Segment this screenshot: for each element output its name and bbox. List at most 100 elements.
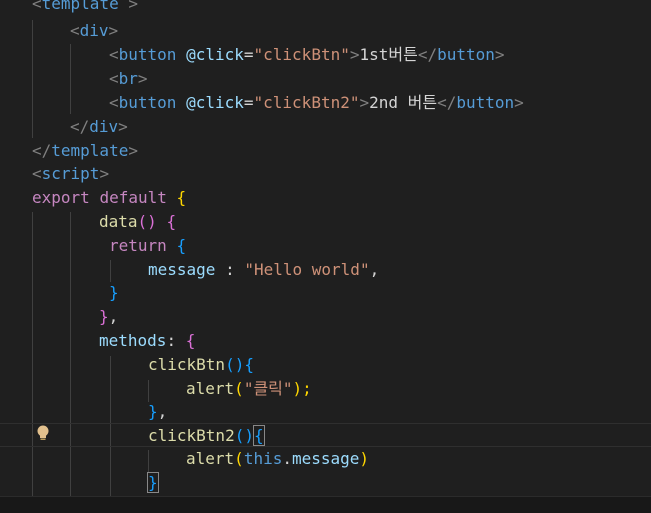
code-line[interactable]: }, — [0, 400, 651, 424]
string-literal: "클릭" — [243, 379, 293, 398]
punctuation: , — [369, 260, 380, 279]
tag-bracket: > — [108, 21, 119, 40]
keyword: default — [99, 188, 167, 207]
tag-bracket: < — [109, 69, 119, 88]
code-line[interactable]: methods: { — [0, 329, 651, 353]
tag-bracket: </ — [417, 45, 438, 64]
parens: () — [225, 355, 245, 374]
keyword: export — [32, 188, 90, 207]
string-literal: "clickBtn" — [253, 45, 350, 64]
function-name: data — [99, 212, 138, 231]
tag-name: button — [437, 45, 495, 64]
property-name: message — [148, 260, 216, 279]
brace: { — [176, 188, 187, 207]
operator: = — [243, 93, 254, 112]
tag-bracket: </ — [32, 141, 52, 160]
horizontal-scrollbar-area[interactable] — [0, 496, 651, 513]
code-editor[interactable]: <template > <div> <button @click="clickB… — [0, 0, 651, 513]
tag-name: div — [79, 21, 109, 40]
paren: ( — [234, 449, 244, 468]
tag-bracket: > — [359, 93, 370, 112]
current-code-line[interactable]: clickBtn2(){ — [0, 423, 651, 447]
text-content: 1st버튼 — [359, 45, 418, 64]
operator: : — [166, 331, 186, 350]
brace: } — [99, 307, 109, 326]
code-line[interactable]: alert(this.message) — [0, 447, 651, 471]
code-line[interactable]: alert("클릭"); — [0, 377, 651, 401]
code-line[interactable]: clickBtn(){ — [0, 353, 651, 377]
function-name: alert — [186, 449, 235, 468]
keyword: return — [109, 236, 167, 255]
punctuation: . — [282, 449, 292, 468]
tag-bracket: > — [494, 45, 505, 64]
tag-name: br — [118, 69, 138, 88]
code-line[interactable]: </template> — [0, 139, 651, 163]
brace: { — [244, 355, 254, 374]
function-name: clickBtn2 — [148, 426, 235, 445]
code-line[interactable]: <button @click="clickBtn2">2nd 버튼</butto… — [0, 91, 651, 115]
code-line[interactable]: } — [0, 471, 651, 495]
paren-semicolon: ); — [292, 379, 312, 398]
code-line[interactable]: }, — [0, 305, 651, 329]
string-literal: "Hello world" — [244, 260, 370, 279]
tag-bracket: </ — [437, 93, 457, 112]
lightbulb-icon[interactable] — [34, 424, 52, 442]
code-line[interactable]: <script> — [0, 162, 651, 186]
tag-bracket: < — [32, 164, 42, 183]
tag-bracket: < — [70, 21, 80, 40]
matched-brace: { — [253, 425, 265, 446]
code-line[interactable]: <template > — [0, 0, 651, 16]
code-line[interactable]: return { — [0, 234, 651, 258]
code-line[interactable]: <div> — [0, 19, 651, 43]
operator: = — [243, 45, 254, 64]
tag-bracket: < — [109, 45, 119, 64]
code-line[interactable]: </div> — [0, 115, 651, 139]
tag-name: button — [456, 93, 515, 112]
parens: () — [137, 212, 157, 231]
punctuation: , — [157, 402, 168, 421]
function-name: alert — [186, 379, 235, 398]
tag-bracket: > — [514, 93, 524, 112]
tag-bracket: > — [137, 69, 148, 88]
property-name: methods — [99, 331, 167, 350]
code-line[interactable]: export default { — [0, 186, 651, 210]
tag-name: script — [41, 164, 100, 183]
code-line[interactable]: data() { — [0, 210, 651, 234]
tag-bracket: > — [128, 141, 138, 160]
brace: { — [176, 236, 187, 255]
tag-bracket: < — [32, 0, 42, 13]
code-line[interactable]: <br> — [0, 67, 651, 91]
code-line[interactable]: } — [0, 281, 651, 305]
brace: } — [148, 402, 158, 421]
tag-name: template — [51, 141, 129, 160]
tag-bracket: > — [118, 0, 138, 13]
code-line[interactable]: <button @click="clickBtn">1st버튼</button> — [0, 43, 651, 67]
code-line[interactable]: message : "Hello world", — [0, 258, 651, 282]
tag-name: button — [118, 93, 177, 112]
punctuation: , — [108, 307, 119, 326]
paren: ( — [234, 379, 244, 398]
property-name: message — [291, 449, 360, 468]
brace: { — [166, 212, 177, 231]
tag-name: div — [89, 117, 119, 136]
tag-bracket: < — [109, 93, 119, 112]
string-literal: "clickBtn2" — [253, 93, 360, 112]
paren: ) — [359, 449, 370, 468]
attribute-name: @click — [186, 93, 244, 112]
tag-bracket: </ — [70, 117, 90, 136]
tag-bracket: > — [99, 164, 110, 183]
function-name: clickBtn — [148, 355, 226, 374]
tag-name: button — [118, 45, 177, 64]
keyword-this: this — [243, 449, 283, 468]
attribute-name: @click — [186, 45, 244, 64]
operator: : — [215, 260, 245, 279]
tag-name: template — [41, 0, 119, 13]
parens: () — [234, 426, 254, 445]
text-content: 2nd 버튼 — [369, 93, 438, 112]
